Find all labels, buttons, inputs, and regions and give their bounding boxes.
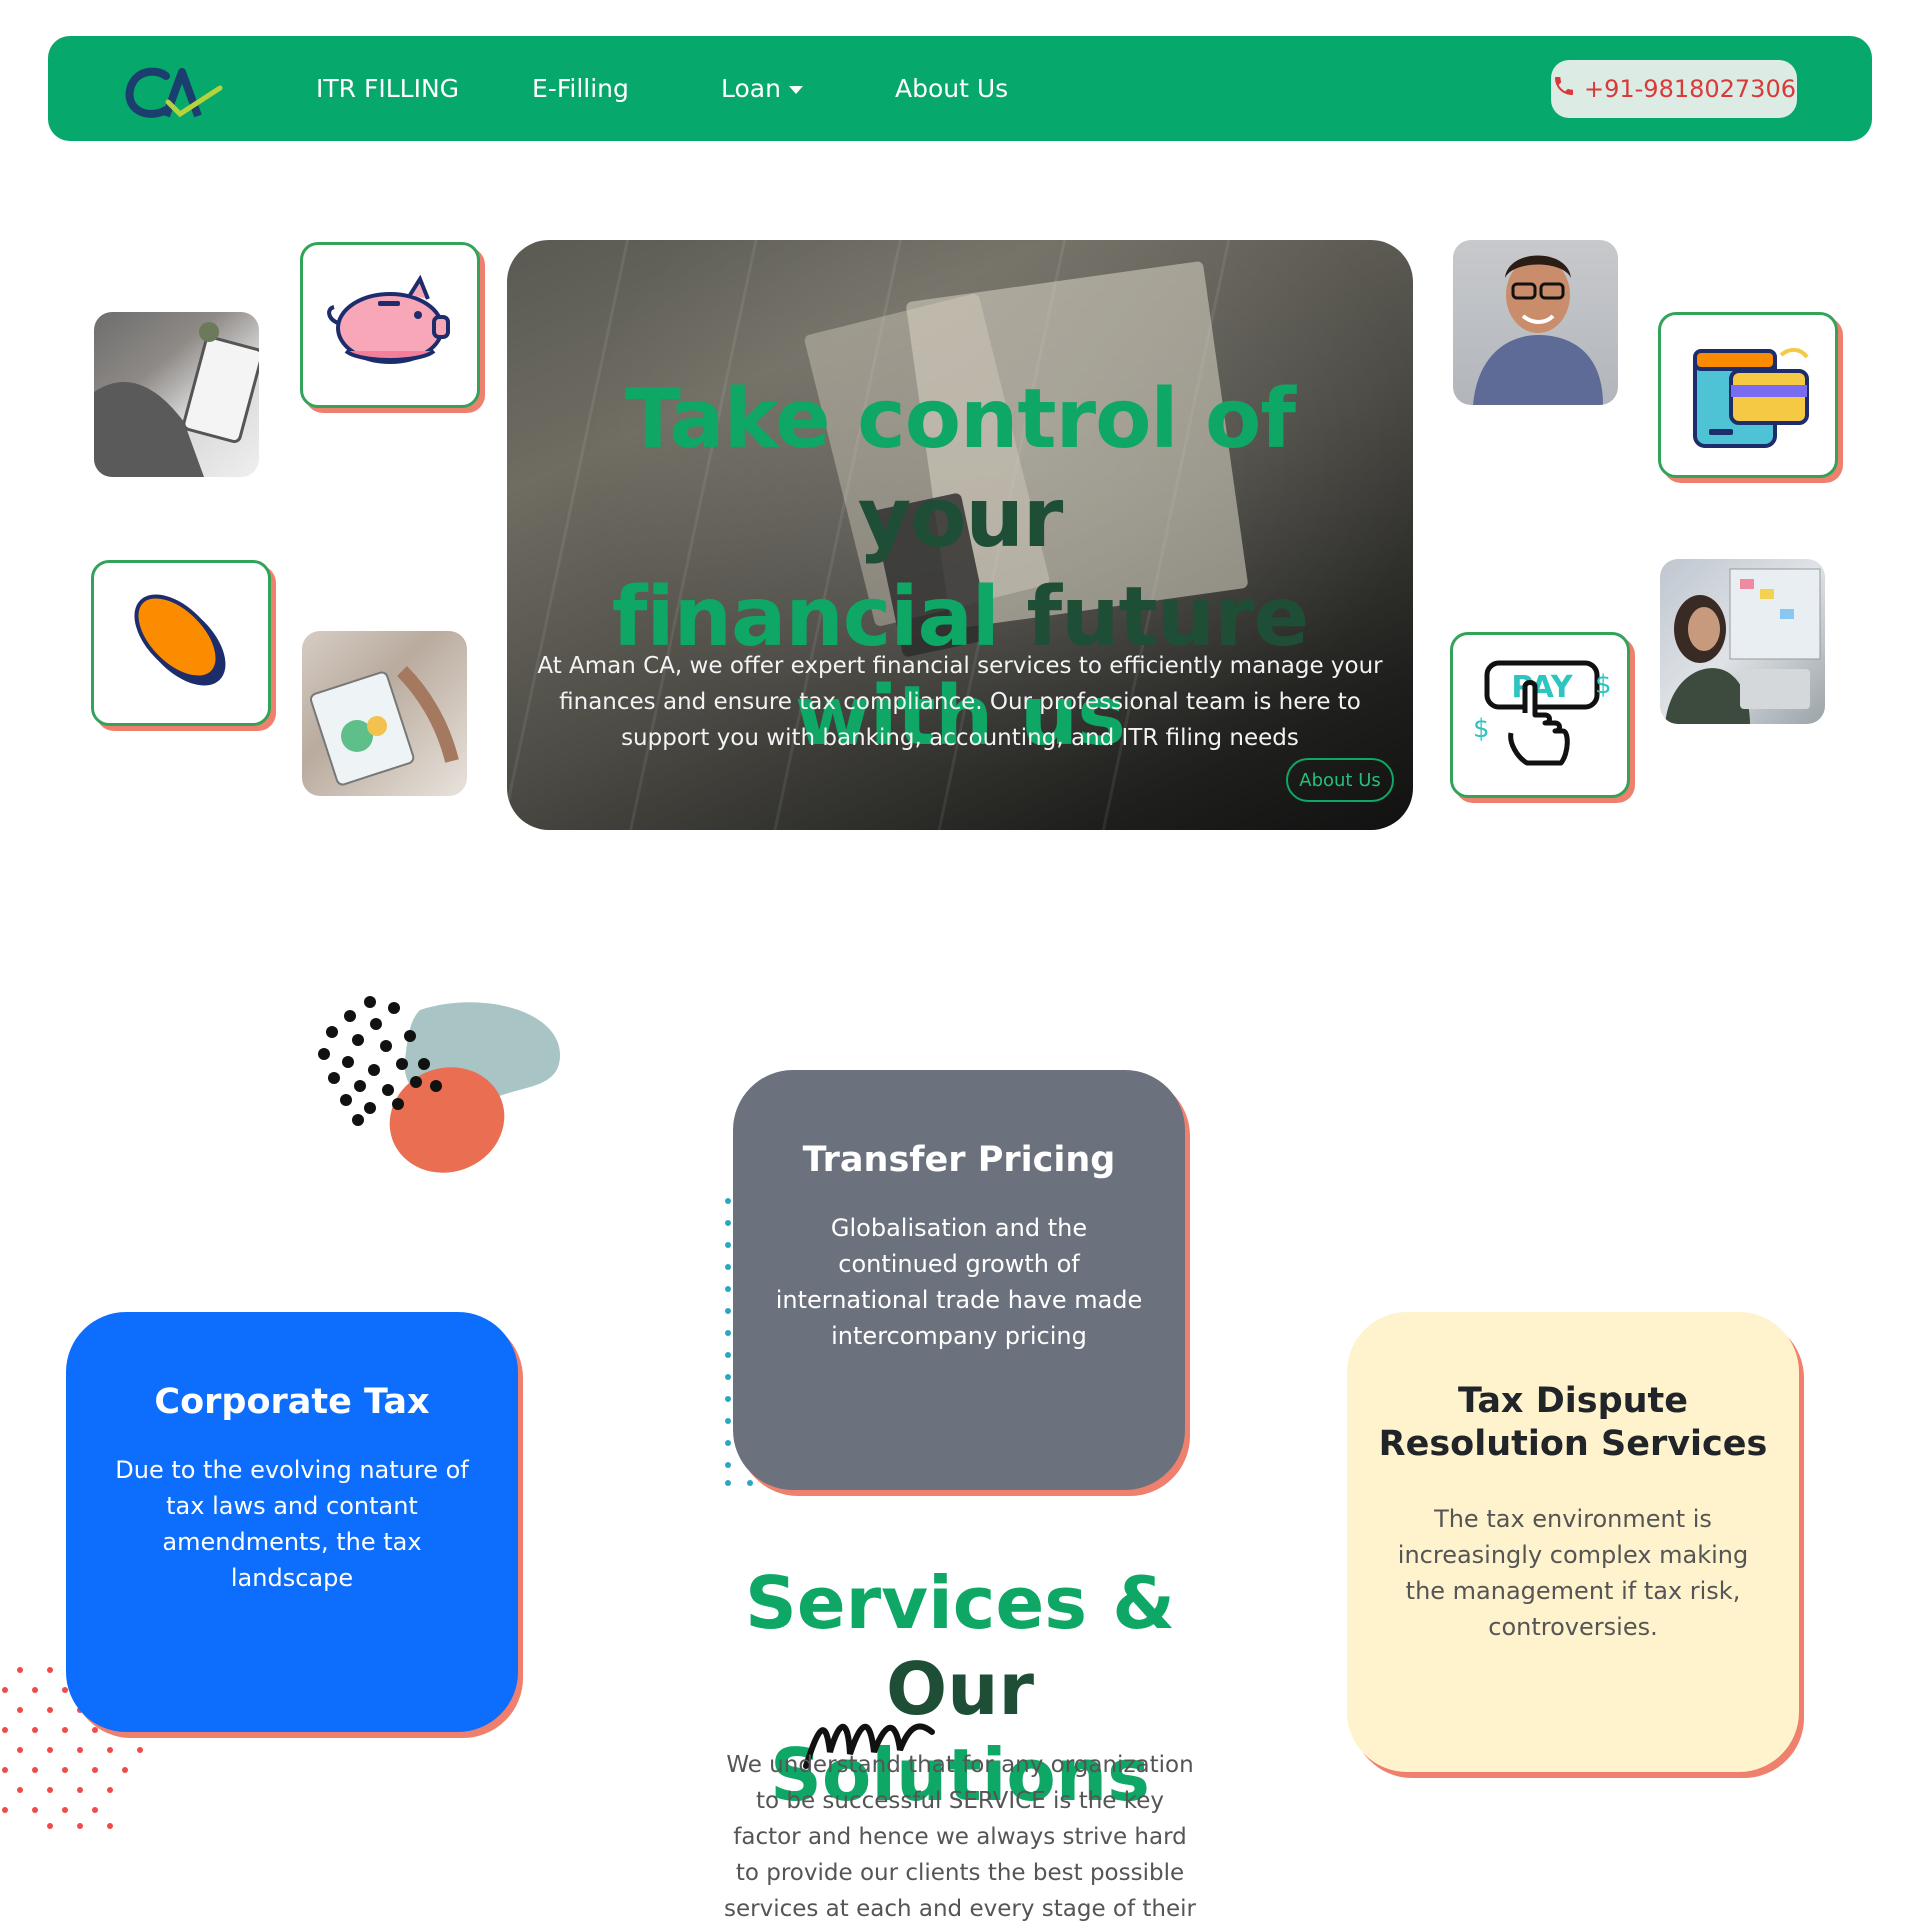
tax-dispute-card[interactable]: Tax Dispute Resolution Services The tax … (1347, 1312, 1799, 1772)
pay-card: PAY $ $ (1450, 632, 1630, 798)
wallet-card-icon (1683, 333, 1813, 457)
photo-tablet-chart (302, 631, 467, 796)
decorative-blobs (310, 990, 570, 1180)
svg-text:$: $ (1473, 714, 1490, 744)
transfer-pricing-text: Globalisation and the continued growth o… (775, 1214, 1143, 1350)
nav-loan-label: Loan (721, 74, 781, 103)
caret-down-icon (788, 86, 803, 94)
pay-text: PAY (1511, 670, 1574, 705)
transfer-pricing-card[interactable]: Transfer Pricing Globalisation and the c… (733, 1070, 1185, 1490)
hero-about-us-button[interactable]: About Us (1286, 758, 1394, 802)
svg-text:$: $ (1595, 670, 1612, 700)
nav-about-us[interactable]: About Us (895, 74, 1008, 103)
phone-button[interactable]: +91-9818027306 (1551, 60, 1797, 118)
nav-itr-filling[interactable]: ITR FILLING (316, 74, 459, 103)
photo-smiling-man (1453, 240, 1618, 405)
transfer-pricing-title: Transfer Pricing (802, 1140, 1116, 1180)
hero-banner: Take control of your financial future wi… (507, 240, 1413, 830)
photo-tablet-user (94, 312, 259, 477)
services-heading-part1: Services & (744, 1561, 1176, 1645)
services-description: We understand that for any organization … (724, 1752, 1196, 1922)
phone-icon (1552, 74, 1576, 104)
tax-dispute-text: The tax environment is increasingly comp… (1397, 1505, 1749, 1641)
phone-number: +91-9818027306 (1583, 75, 1796, 103)
coin-icon (121, 581, 241, 705)
corporate-tax-card[interactable]: Corporate Tax Due to the evolving nature… (66, 1312, 518, 1732)
navbar: ITR FILLING E-Filling Loan About Us +91-… (48, 36, 1872, 141)
photo-woman-office (1660, 559, 1825, 724)
wallet-card (1658, 312, 1838, 478)
piggy-bank-card (300, 242, 480, 408)
coin-card (91, 560, 271, 726)
nav-loan-dropdown[interactable]: Loan (721, 74, 803, 103)
hero-description: At Aman CA, we offer expert financial se… (537, 653, 1383, 751)
piggy-bank-icon (320, 273, 460, 377)
tax-dispute-title: Tax Dispute Resolution Services (1378, 1381, 1768, 1464)
nav-e-filling[interactable]: E-Filling (532, 74, 629, 103)
hero-title-part2: your (857, 470, 1064, 566)
ca-logo[interactable] (118, 62, 223, 122)
corporate-tax-text: Due to the evolving nature of tax laws a… (115, 1456, 469, 1592)
pay-click-icon: PAY $ $ (1465, 653, 1615, 777)
hero-title-part1: Take control of (624, 371, 1296, 467)
corporate-tax-title: Corporate Tax (154, 1382, 430, 1422)
